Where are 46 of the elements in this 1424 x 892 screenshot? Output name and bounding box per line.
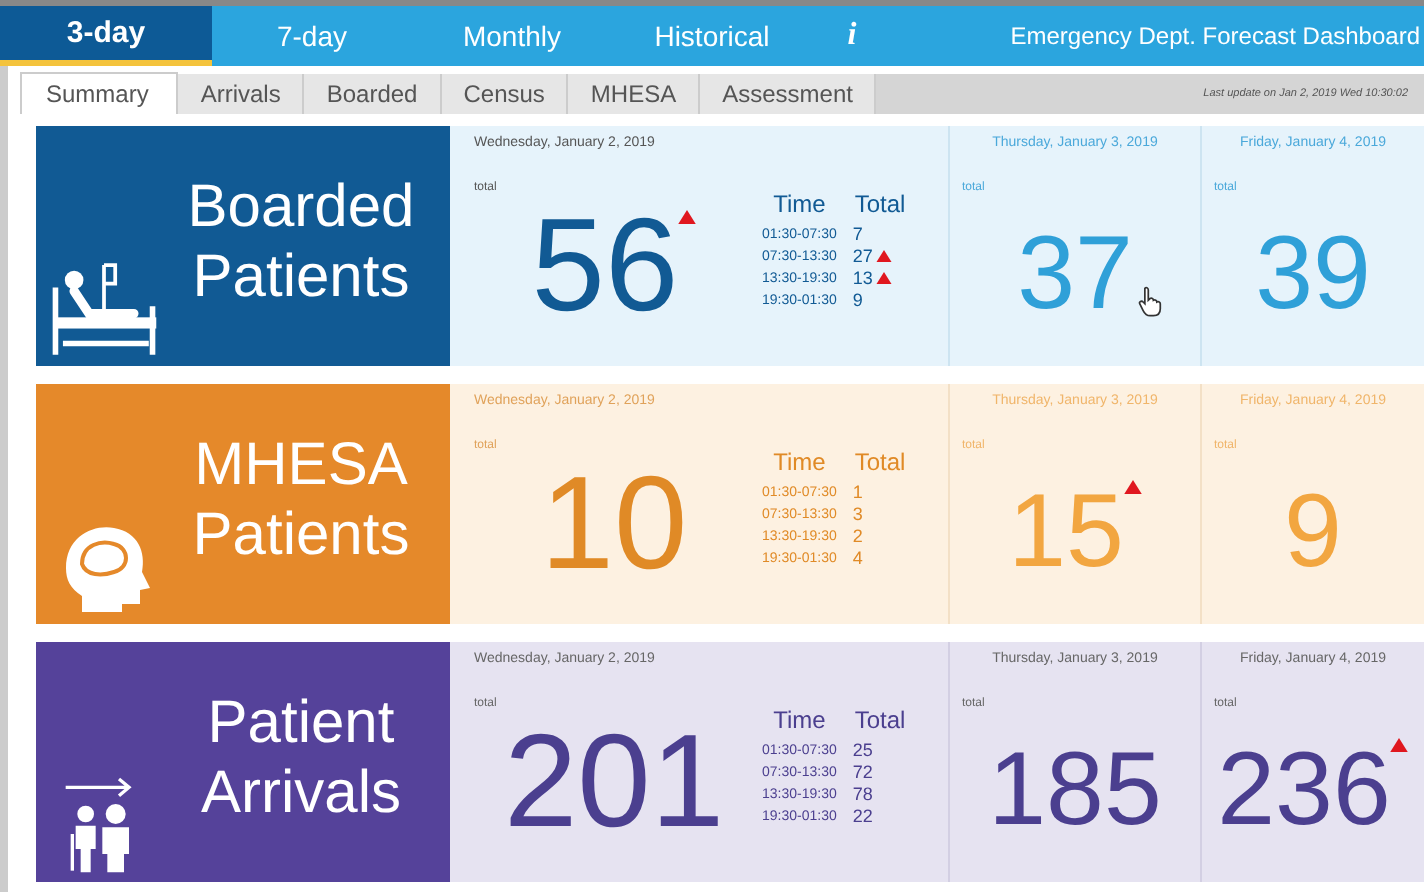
total-cell: 22 <box>852 806 873 826</box>
tab[interactable]: Arrivals <box>178 74 305 114</box>
tab[interactable]: Boarded <box>304 74 442 114</box>
total-cell: 27 <box>852 246 873 266</box>
patient-bed-icon <box>48 258 160 358</box>
total-cell: 7 <box>852 224 863 244</box>
total-cell: 3 <box>852 504 863 524</box>
total-value: 15 <box>1008 472 1124 592</box>
total-value: 201 <box>503 710 725 850</box>
tab[interactable]: Summary <box>20 72 179 114</box>
total-cell: 4 <box>852 548 863 568</box>
column-header: Time <box>771 706 828 738</box>
total-cell: 78 <box>852 784 873 804</box>
section-title: Boarded <box>187 172 415 242</box>
column-header: Time <box>771 448 828 480</box>
tab[interactable]: Census <box>441 74 569 114</box>
alert-triangle-icon <box>1123 480 1142 494</box>
alert-triangle-icon <box>1390 738 1409 752</box>
hand-cursor-icon <box>1138 286 1162 318</box>
total-value: 39 <box>1255 214 1371 334</box>
column-header: Time <box>771 190 828 222</box>
section-title: Arrivals <box>200 758 401 828</box>
total-value: 56 <box>531 194 679 334</box>
total-value: 236 <box>1217 730 1391 850</box>
column-header: Total <box>852 448 908 480</box>
total-value: 10 <box>540 452 688 592</box>
nav-tab[interactable]: 3-day <box>0 6 212 66</box>
total-cell: 72 <box>852 762 873 782</box>
dashboard-title: Emergency Dept. Forecast Dashboard <box>1010 22 1422 50</box>
total-cell: 1 <box>852 482 863 502</box>
total-value: 9 <box>1284 472 1342 592</box>
column-header: Total <box>852 706 908 738</box>
column-header: Total <box>852 190 908 222</box>
section-title: Patients <box>192 242 410 312</box>
section-title: MHESA <box>194 430 408 500</box>
tab[interactable]: MHESA <box>568 74 701 114</box>
total-value: 185 <box>988 730 1162 850</box>
section-title: Patient <box>207 688 395 758</box>
alert-triangle-icon <box>678 210 697 224</box>
total-cell: 9 <box>852 290 863 310</box>
tab[interactable]: Assessment <box>700 74 877 114</box>
total-cell: 25 <box>852 740 873 760</box>
section-title: Patients <box>192 500 410 570</box>
total-value: 37 <box>1017 214 1133 334</box>
total-cell: 2 <box>852 526 863 546</box>
total-cell: 13 <box>852 268 873 288</box>
